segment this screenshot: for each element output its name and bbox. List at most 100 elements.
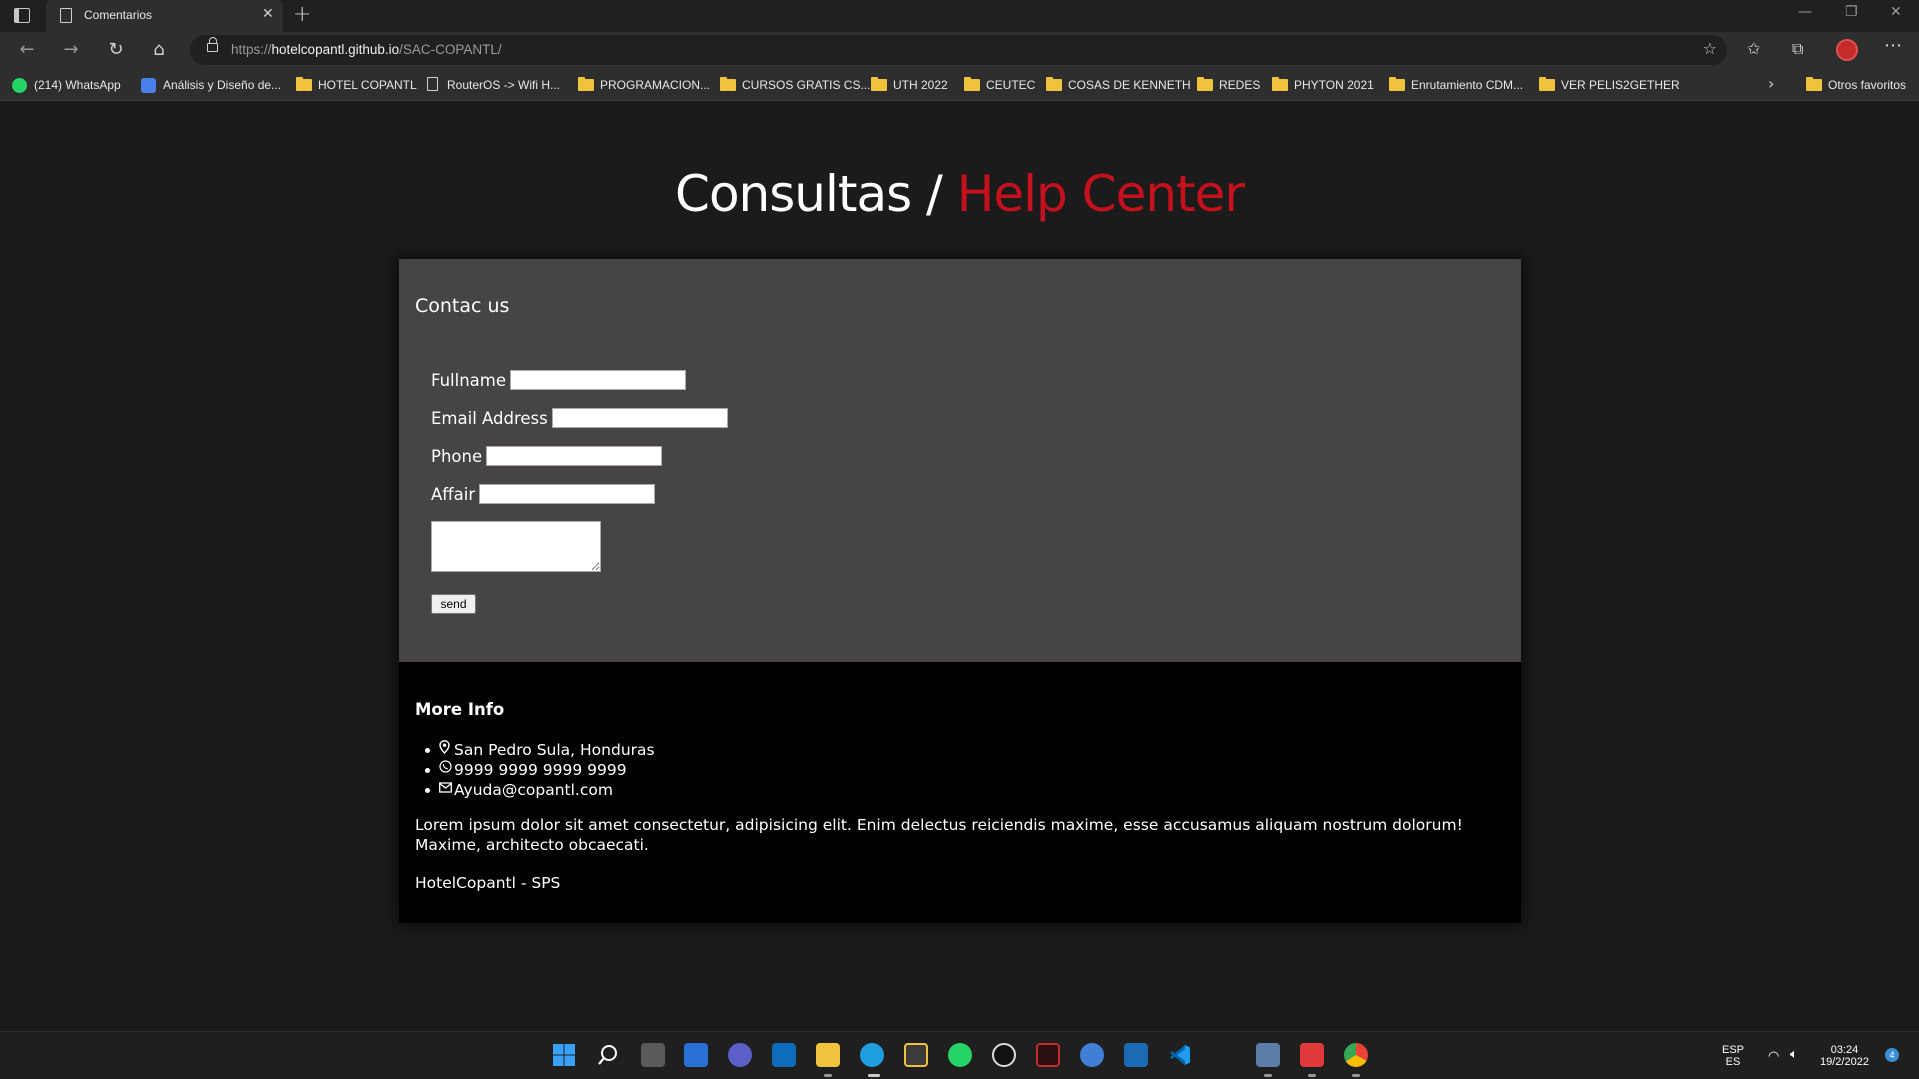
browser-toolbar: ← → ↻ ⌂ https://hotelcopantl.github.io/S… <box>0 32 1919 69</box>
folder-icon <box>1389 77 1405 91</box>
folder-icon <box>1046 77 1062 91</box>
outlook-icon[interactable] <box>772 1043 796 1067</box>
folder-icon <box>578 77 594 91</box>
bookmark-item[interactable]: Análisis y Diseño de... <box>141 75 281 95</box>
back-icon[interactable]: ← <box>15 38 39 62</box>
profile-avatar[interactable] <box>1836 39 1858 61</box>
bookmark-folder[interactable]: HOTEL COPANTL <box>296 75 417 95</box>
whatsapp-icon <box>439 760 452 780</box>
phone-row: Phone <box>431 445 663 467</box>
bookmark-folder[interactable]: CEUTEC <box>964 75 1035 95</box>
folder-icon <box>964 77 980 91</box>
bookmark-folder[interactable]: VER PELIS2GETHER <box>1539 75 1680 95</box>
bookmark-folder[interactable]: PROGRAMACION... <box>578 75 710 95</box>
folder-icon <box>1197 77 1213 91</box>
store-icon[interactable] <box>904 1043 928 1067</box>
affair-input[interactable] <box>479 484 656 504</box>
start-icon[interactable] <box>552 1043 576 1067</box>
volume-icon[interactable]: 🔈︎ <box>1790 1046 1798 1062</box>
contact-card: Contac us Fullname Email Address Phone A… <box>399 259 1521 923</box>
app-circle-icon[interactable] <box>992 1043 1016 1067</box>
url-text[interactable]: https://hotelcopantl.github.io/SAC-COPAN… <box>231 42 502 57</box>
close-tab-icon[interactable]: ✕ <box>262 6 274 22</box>
phone-input[interactable] <box>486 446 663 466</box>
video-icon <box>141 78 156 93</box>
affair-label: Affair <box>431 484 476 504</box>
vscode-icon[interactable] <box>1168 1043 1192 1067</box>
bookmark-folder[interactable]: PHYTON 2021 <box>1272 75 1374 95</box>
affair-row: Affair <box>431 483 656 505</box>
info-heading: More Info <box>415 700 505 719</box>
email-input[interactable] <box>551 408 728 428</box>
reload-icon[interactable]: ↻ <box>104 38 128 62</box>
chrome-icon[interactable] <box>1344 1043 1368 1067</box>
new-tab-icon[interactable]: + <box>293 2 311 27</box>
language-indicator[interactable]: ESP ES <box>1722 1044 1744 1068</box>
info-description: Lorem ipsum dolor sit amet consectetur, … <box>415 816 1463 854</box>
fullname-label: Fullname <box>431 370 507 390</box>
fullname-input[interactable] <box>510 370 687 390</box>
browser-tab[interactable]: Comentarios ✕ <box>46 0 283 32</box>
address-bar[interactable]: https://hotelcopantl.github.io/SAC-COPAN… <box>190 35 1727 65</box>
bookmark-folder[interactable]: REDES <box>1197 75 1260 95</box>
search-icon[interactable] <box>596 1043 620 1067</box>
bookmark-folder[interactable]: Enrutamiento CDM... <box>1389 75 1523 95</box>
bookmark-folder[interactable]: UTH 2022 <box>871 75 948 95</box>
add-favorite-icon[interactable]: ☆ <box>1703 39 1717 58</box>
list-item: San Pedro Sula, Honduras <box>425 740 655 761</box>
forward-icon[interactable]: → <box>59 38 83 62</box>
browser-tab-bar: Comentarios ✕ + — ❐ ✕ <box>0 0 1919 32</box>
email-row: Email Address <box>431 407 728 429</box>
image-viewer-icon[interactable] <box>1256 1043 1280 1067</box>
wifi-icon[interactable]: ◠ <box>1768 1048 1779 1064</box>
phone-label: Phone <box>431 446 483 466</box>
folder-icon <box>1806 77 1822 91</box>
list-item: Ayuda@copantl.com <box>425 780 655 800</box>
edge-icon[interactable] <box>860 1043 884 1067</box>
send-button[interactable]: send <box>431 594 476 614</box>
more-info-panel: More Info San Pedro Sula, Honduras 9999 … <box>399 662 1521 923</box>
message-textarea[interactable] <box>431 521 601 572</box>
page-icon <box>60 8 72 23</box>
anydesk-icon[interactable] <box>1300 1043 1324 1067</box>
clock[interactable]: 03:24 19/2/2022 <box>1820 1044 1869 1068</box>
file-explorer-icon[interactable] <box>816 1043 840 1067</box>
chevron-right-icon[interactable]: › <box>1768 74 1774 93</box>
tab-title: Comentarios <box>84 8 153 22</box>
notification-badge[interactable]: 4 <box>1885 1048 1899 1062</box>
whatsapp-icon[interactable] <box>948 1043 972 1067</box>
contact-info-list: San Pedro Sula, Honduras 9999 9999 9999 … <box>425 740 655 800</box>
restore-icon[interactable]: ❐ <box>1845 4 1858 20</box>
task-view-icon[interactable] <box>641 1043 665 1067</box>
folder-icon <box>296 77 312 91</box>
phone-text: 9999 9999 9999 9999 <box>454 761 627 779</box>
location-pin-icon <box>439 740 452 761</box>
tab-actions-icon[interactable] <box>14 8 30 23</box>
home-icon[interactable]: ⌂ <box>147 38 171 62</box>
envelope-icon <box>439 780 452 800</box>
teams-chat-icon[interactable] <box>728 1043 752 1067</box>
whatsapp-icon <box>12 78 27 93</box>
more-icon[interactable]: ⋯ <box>1884 35 1902 56</box>
windows-taskbar: ESP ES ◠ 🔈︎ 03:24 19/2/2022 4 <box>0 1031 1919 1079</box>
bookmark-item[interactable]: (214) WhatsApp <box>12 75 121 95</box>
other-favorites-folder[interactable]: Otros favoritos <box>1806 75 1906 95</box>
app-a-icon[interactable] <box>1036 1043 1060 1067</box>
page-icon <box>427 77 438 91</box>
app-frame-icon[interactable] <box>1124 1043 1148 1067</box>
contact-form: Contac us Fullname Email Address Phone A… <box>399 259 1521 662</box>
close-window-icon[interactable]: ✕ <box>1890 4 1902 20</box>
fullname-row: Fullname <box>431 369 687 391</box>
app-blue-icon[interactable] <box>1080 1043 1104 1067</box>
bookmark-item[interactable]: RouterOS -> Wifi H... <box>425 75 560 95</box>
folder-icon <box>720 77 736 91</box>
address-text: San Pedro Sula, Honduras <box>454 741 655 759</box>
favorites-icon[interactable]: ✩ <box>1747 39 1760 58</box>
folder-icon <box>871 77 887 91</box>
lock-icon[interactable] <box>207 37 218 52</box>
bookmark-folder[interactable]: COSAS DE KENNETH <box>1046 75 1191 95</box>
widgets-icon[interactable] <box>684 1043 708 1067</box>
collections-icon[interactable]: ⧉ <box>1792 39 1803 59</box>
bookmark-folder[interactable]: CURSOS GRATIS CS... <box>720 75 870 95</box>
minimize-icon[interactable]: — <box>1798 4 1812 20</box>
